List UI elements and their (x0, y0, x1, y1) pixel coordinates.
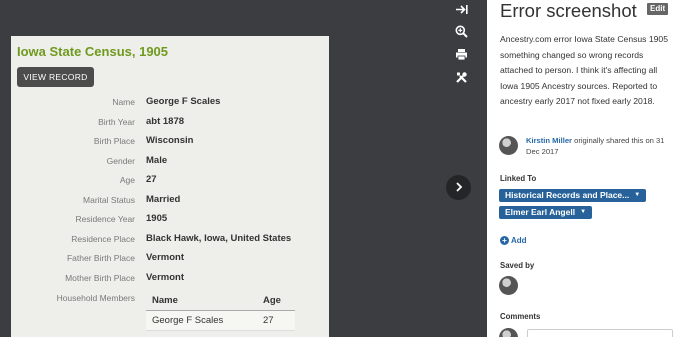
print-icon[interactable] (451, 45, 471, 63)
field-label: Household Members (56, 293, 135, 303)
avatar[interactable] (499, 276, 518, 295)
view-record-button[interactable]: VIEW RECORD (17, 67, 94, 87)
collapse-right-icon[interactable] (451, 0, 471, 18)
table-row: George F Scales 27 (146, 311, 295, 331)
column-header-age: Age (263, 295, 281, 306)
field-label: Gender (106, 156, 135, 166)
field-label: Name (112, 97, 135, 107)
zoom-in-icon[interactable] (451, 22, 471, 40)
chevron-down-icon: ▼ (634, 192, 641, 198)
household-table: Name Age George F Scales 27 (146, 294, 295, 331)
author-link[interactable]: Kirstin Miller (526, 136, 572, 145)
linked-item-label: Elmer Earl Angell (505, 207, 576, 217)
description-text: Ancestry.com error Iowa State Census 190… (500, 34, 668, 107)
saved-by-label: Saved by (500, 261, 535, 270)
image-viewer: Iowa State Census, 1905 VIEW RECORD Name… (0, 0, 487, 337)
avatar (499, 328, 518, 337)
field-label: Birth Year (98, 117, 135, 127)
field-label: Marital Status (83, 195, 135, 205)
page-title: Error screenshot (500, 0, 637, 21)
tools-icon[interactable] (451, 68, 471, 86)
field-value: Vermont (146, 272, 185, 283)
shared-info: Kirstin Miller originally shared this on… (526, 135, 672, 157)
details-panel: Error screenshot Edit Ancestry.com error… (487, 0, 675, 337)
field-value: Wisconsin (146, 135, 194, 146)
field-label: Birth Place (93, 136, 135, 146)
edit-button[interactable]: Edit (647, 3, 669, 15)
field-value: 27 (146, 174, 157, 185)
avatar[interactable] (499, 136, 518, 155)
field-label: Residence Year (75, 214, 135, 224)
field-value: Male (146, 155, 168, 166)
field-value: Married (146, 194, 181, 205)
household-table-header: Name Age (146, 294, 295, 311)
linked-item-historical-records[interactable]: Historical Records and Place... ▼ (499, 189, 647, 202)
comments-label: Comments (500, 312, 541, 321)
household-member-name: George F Scales (152, 315, 224, 326)
field-row-residence-year: Residence Year 1905 (11, 213, 329, 228)
field-value: Vermont (146, 252, 185, 263)
comment-input[interactable] (527, 329, 673, 337)
plus-icon: + (500, 236, 509, 245)
field-row-marital-status: Marital Status Married (11, 194, 329, 209)
record-title: Iowa State Census, 1905 (17, 44, 169, 59)
field-label: Father Birth Place (66, 253, 135, 263)
field-value: abt 1878 (146, 116, 185, 127)
column-header-name: Name (152, 295, 178, 306)
field-row-gender: Gender Male (11, 155, 329, 170)
field-row-name: Name George F Scales (11, 96, 329, 111)
field-label: Residence Place (71, 234, 135, 244)
field-value: George F Scales (146, 96, 221, 107)
field-row-mother-birth-place: Mother Birth Place Vermont (11, 272, 329, 287)
record-card: Iowa State Census, 1905 VIEW RECORD Name… (11, 36, 329, 337)
field-row-birth-year: Birth Year abt 1878 (11, 116, 329, 131)
field-row-birth-place: Birth Place Wisconsin (11, 135, 329, 150)
next-record-button[interactable] (446, 175, 471, 200)
add-label: Add (511, 236, 527, 245)
chevron-down-icon: ▼ (580, 209, 587, 215)
field-row-residence-place: Residence Place Black Hawk, Iowa, United… (11, 233, 329, 248)
field-label: Mother Birth Place (65, 273, 135, 283)
field-label: Age (119, 175, 135, 185)
field-row-father-birth-place: Father Birth Place Vermont (11, 252, 329, 267)
field-value: Black Hawk, Iowa, United States (146, 233, 292, 244)
linked-item-label: Historical Records and Place... (505, 190, 630, 200)
linked-to-label: Linked To (500, 174, 537, 183)
add-link-button[interactable]: + Add (500, 236, 527, 245)
field-row-age: Age 27 (11, 174, 329, 189)
field-value: 1905 (146, 213, 168, 224)
household-member-age: 27 (263, 315, 274, 326)
linked-item-person[interactable]: Elmer Earl Angell ▼ (499, 206, 593, 219)
chevron-right-icon (455, 179, 463, 197)
